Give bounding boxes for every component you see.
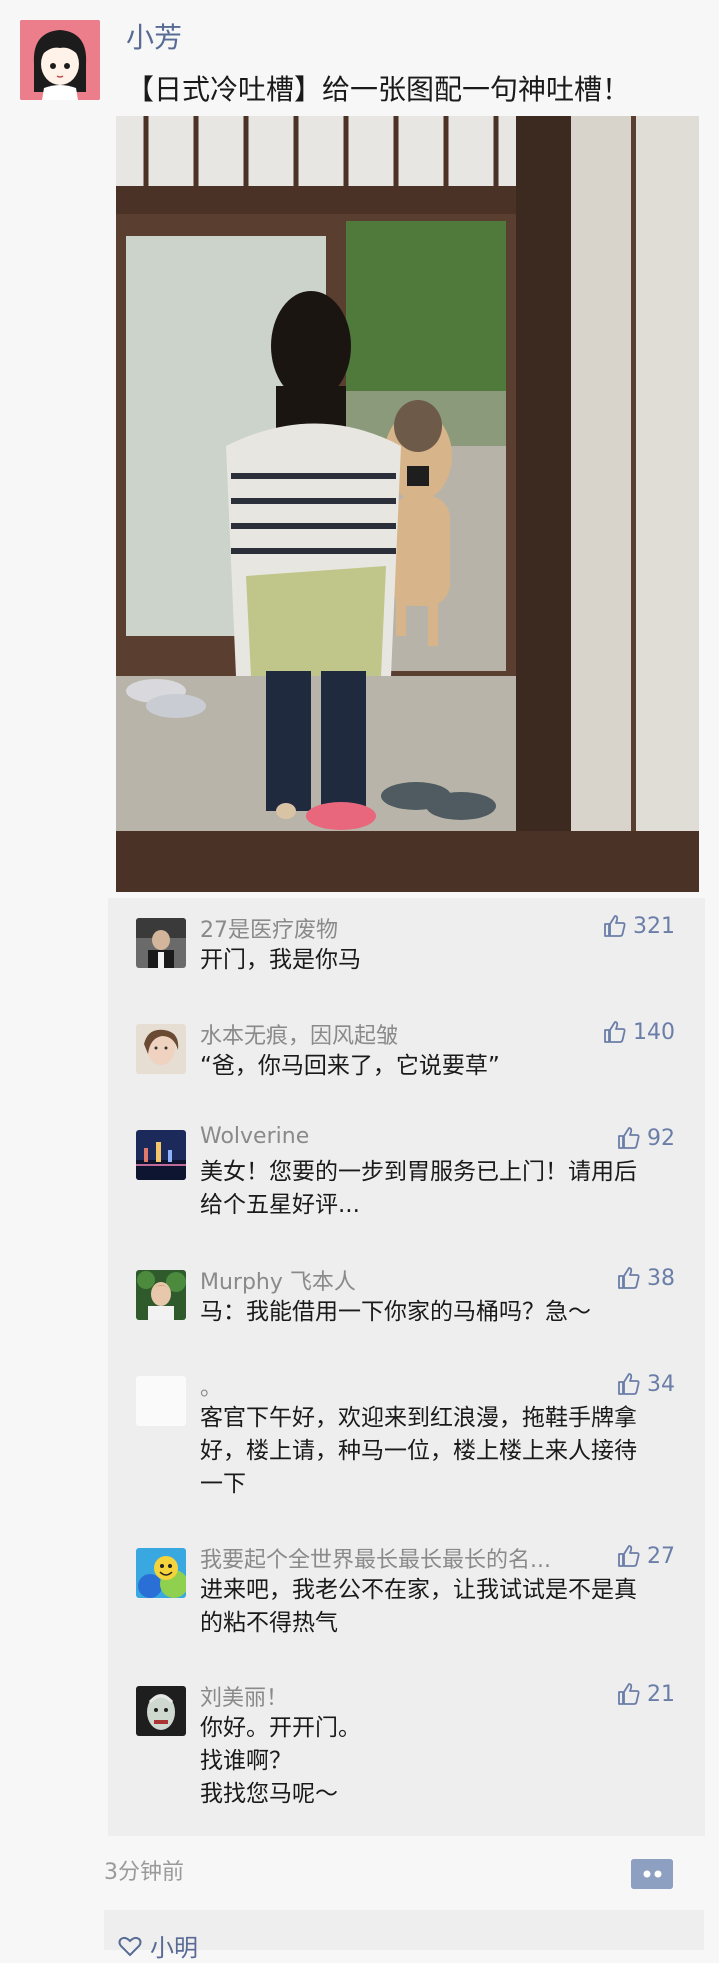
commenter-name[interactable]: 水本无痕，因风起皱 [200, 1018, 398, 1050]
commenter-name[interactable]: Wolverine [200, 1124, 309, 1149]
thumbs-up-icon [604, 915, 626, 937]
comment-section: 27是医疗废物 321 开门，我是你马 水本无痕，因风起皱 140 “爸，你马回… [108, 898, 705, 1836]
commenter-name[interactable]: 刘美丽！ [200, 1680, 288, 1712]
commenter-name[interactable]: 我要起个全世界最长最长最长的名... [200, 1542, 551, 1574]
moment-post: 小芳 【日式冷吐槽】给一张图配一句神吐槽！ 27是医疗废物 321 开门，我是你… [0, 0, 719, 1962]
post-text: 【日式冷吐槽】给一张图配一句神吐槽！ [126, 73, 631, 106]
thumbs-up-icon [618, 1683, 640, 1705]
like-button[interactable]: 34 [617, 1370, 675, 1398]
post-timestamp: 3分钟前 [104, 1860, 184, 1885]
photo-illustration [116, 116, 699, 892]
comment-text: 美女！您要的一步到胃服务已上门！请用后 给个五星好评... [200, 1159, 637, 1218]
like-button[interactable]: 38 [617, 1264, 675, 1292]
more-dots-icon [625, 1859, 673, 1889]
thumbs-up-icon [618, 1373, 640, 1395]
like-count: 27 [647, 1543, 675, 1569]
comment-text: 马：我能借用一下你家的马桶吗？急～ [200, 1299, 591, 1325]
comment-text: 客官下午好，欢迎来到红浪漫，拖鞋手牌拿 好，楼上请，种马一位，楼上楼上来人接待 … [200, 1405, 637, 1497]
like-button[interactable]: 140 [603, 1018, 675, 1046]
commenter-name[interactable]: 。 [200, 1370, 222, 1402]
commenter-avatar[interactable] [136, 1024, 186, 1074]
like-button[interactable]: 27 [617, 1542, 675, 1570]
comment-text: “爸，你马回来了，它说要草” [200, 1053, 500, 1079]
commenter-avatar[interactable] [136, 1376, 186, 1426]
next-post-author[interactable]: 小明 [118, 1928, 198, 1963]
thumbs-up-icon [604, 1021, 626, 1043]
comment-text: 你好。开开门。 找谁啊？ 我找您马呢～ [200, 1715, 361, 1807]
thumbs-up-icon [618, 1267, 640, 1289]
commenter-avatar[interactable] [136, 918, 186, 968]
like-count: 21 [647, 1681, 675, 1707]
post-photo[interactable] [116, 116, 699, 892]
commenter-name[interactable]: 27是医疗废物 [200, 912, 338, 944]
commenter-avatar[interactable] [136, 1548, 186, 1598]
comment-action-button[interactable] [625, 1859, 673, 1889]
like-button[interactable]: 21 [617, 1680, 675, 1708]
like-count: 140 [633, 1019, 675, 1045]
heart-icon [118, 1936, 142, 1956]
commenter-avatar[interactable] [136, 1130, 186, 1180]
commenter-avatar[interactable] [136, 1686, 186, 1736]
thumbs-up-icon [618, 1545, 640, 1567]
like-count: 321 [633, 913, 675, 939]
like-button[interactable]: 321 [603, 912, 675, 940]
comment-text: 进来吧，我老公不在家，让我试试是不是真 的粘不得热气 [200, 1577, 637, 1636]
next-post-preview: 小明 [104, 1910, 704, 1962]
commenter-avatar[interactable] [136, 1270, 186, 1320]
author-name[interactable]: 小芳 [126, 16, 182, 56]
like-button[interactable]: 92 [617, 1124, 675, 1152]
commenter-name[interactable]: Murphy 飞本人 [200, 1264, 356, 1296]
like-count: 34 [647, 1371, 675, 1397]
like-count: 92 [647, 1125, 675, 1151]
author-avatar[interactable] [20, 20, 100, 100]
like-count: 38 [647, 1265, 675, 1291]
next-post-author-name: 小明 [150, 1934, 198, 1962]
thumbs-up-icon [618, 1127, 640, 1149]
comment-text: 开门，我是你马 [200, 947, 361, 973]
